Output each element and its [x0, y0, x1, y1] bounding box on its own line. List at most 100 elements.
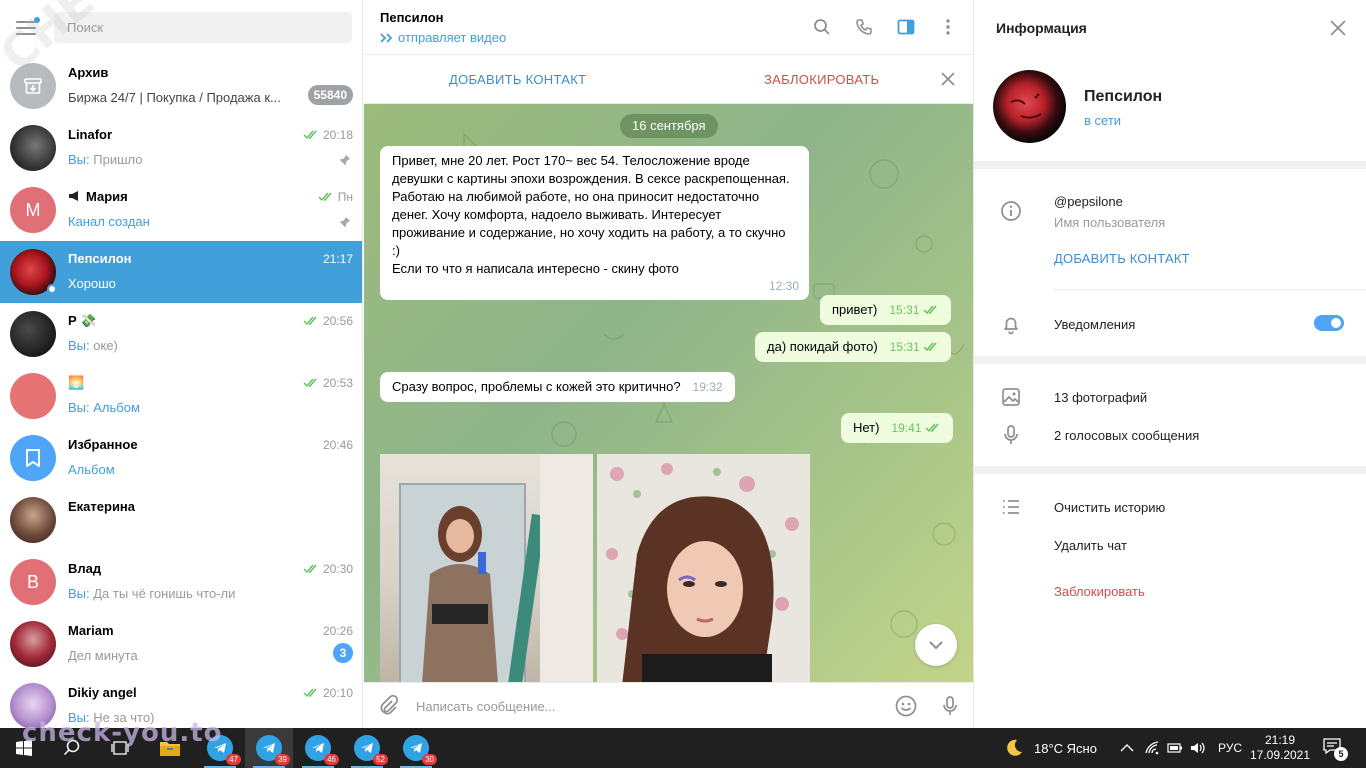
add-contact-button[interactable]: ДОБАВИТЬ КОНТАКТ — [449, 72, 586, 87]
notification-center-icon[interactable]: 5 — [1322, 728, 1348, 768]
message-outgoing[interactable]: привет) 15:31 — [820, 295, 952, 325]
volume-icon[interactable] — [1190, 728, 1206, 768]
weather-widget[interactable]: 18°C Ясно — [1004, 728, 1097, 768]
double-check-icon — [303, 564, 317, 574]
chat-item-mariam[interactable]: Mariam 20:26 Дел минута 3 — [0, 613, 362, 675]
voice-count[interactable]: 2 голосовых сообщения — [1054, 428, 1199, 443]
microphone-icon[interactable] — [938, 694, 962, 718]
chat-header: Пепсилон отправляет видео — [364, 0, 973, 55]
chat-preview: Альбом — [68, 462, 115, 477]
chevron-up-icon[interactable] — [1120, 728, 1134, 768]
list-icon — [1003, 500, 1019, 514]
chat-item-ekaterina[interactable]: Екатерина — [0, 489, 362, 551]
telegram-taskbar-icon[interactable]: 39 — [245, 728, 293, 768]
divider — [974, 466, 1366, 474]
clock[interactable]: 21:19 17.09.2021 — [1250, 728, 1310, 768]
chat-preview: Биржа 24/7 | Покупка / Продажа к... — [68, 90, 281, 105]
chat-time: 20:56 — [303, 314, 353, 328]
message-incoming[interactable]: Сразу вопрос, проблемы с кожей это крити… — [380, 372, 735, 402]
clear-history-button[interactable]: Очистить историю — [1054, 500, 1165, 515]
chat-item-mariya[interactable]: М Мария Пн Канал создан — [0, 179, 362, 241]
chat-item-sunset[interactable]: 🌅 20:53 Вы: Альбом — [0, 365, 362, 427]
message-text: привет) — [832, 302, 878, 317]
chat-name: Р 💸 — [68, 313, 97, 328]
chat-time: 20:53 — [303, 376, 353, 390]
chat-list-panel: Архив Биржа 24/7 | Покупка / Продажа к..… — [0, 0, 363, 728]
network-icon[interactable] — [1144, 728, 1160, 768]
microphone-icon — [1004, 425, 1018, 444]
language-indicator[interactable]: РУС — [1218, 728, 1242, 768]
date-separator: 16 сентября — [620, 114, 718, 138]
profile-avatar[interactable] — [993, 70, 1066, 143]
archive-icon — [10, 63, 56, 109]
chat-item-linafor[interactable]: Linafor 20:18 Вы: Пришло — [0, 117, 362, 179]
telegram-taskbar-icon[interactable]: 52 — [343, 728, 391, 768]
chat-item-dikiy-angel[interactable]: Dikiy angel 20:10 Вы: Не за что) — [0, 675, 362, 728]
chat-item-vlad[interactable]: В Влад 20:30 Вы: Да ты чё гонишь что-ли — [0, 551, 362, 613]
double-check-icon — [318, 192, 332, 202]
avatar: В — [10, 559, 56, 605]
message-time: 19:32 — [692, 380, 723, 394]
telegram-taskbar-icon[interactable]: 30 — [392, 728, 440, 768]
close-icon[interactable] — [1330, 20, 1346, 36]
photo-thumbnail[interactable] — [380, 454, 593, 682]
avatar — [10, 621, 56, 667]
message-area[interactable]: 16 сентября Привет, мне 20 лет. Рост 170… — [364, 104, 973, 682]
info-panel: Информация Пепсилон в сети @pepsilone Им… — [973, 0, 1366, 728]
sidebar-toggle-icon[interactable] — [895, 16, 917, 38]
search-icon[interactable] — [48, 728, 96, 768]
scroll-down-button[interactable] — [915, 624, 957, 666]
chat-preview: Хорошо — [68, 276, 116, 291]
chat-name: Екатерина — [68, 499, 136, 514]
chat-time: 20:30 — [303, 562, 353, 576]
message-outgoing[interactable]: Нет) 19:41 — [841, 413, 954, 443]
chat-name: Избранное — [68, 437, 138, 452]
chat-item-saved[interactable]: Избранное 20:46 Альбом — [0, 427, 362, 489]
channel-icon — [69, 191, 78, 201]
chat-preview: Вы: оке) — [68, 338, 118, 353]
phone-icon[interactable] — [853, 16, 875, 38]
photo-thumbnail[interactable] — [597, 454, 810, 682]
chat-time: 20:46 — [322, 438, 353, 452]
file-explorer-icon[interactable] — [146, 728, 194, 768]
delete-chat-button[interactable]: Удалить чат — [1054, 538, 1127, 553]
battery-icon[interactable] — [1167, 728, 1183, 768]
menu-icon[interactable] — [16, 16, 40, 35]
unread-badge: 55840 — [307, 85, 353, 105]
double-check-icon — [925, 423, 939, 433]
username[interactable]: @pepsilone — [1054, 194, 1123, 209]
chat-item-pepsilon[interactable]: Пепсилон 21:17 Хорошо — [0, 241, 362, 303]
chat-item-r[interactable]: Р 💸 20:56 Вы: оке) — [0, 303, 362, 365]
more-vertical-icon[interactable] — [937, 16, 959, 38]
avatar — [10, 373, 56, 419]
attach-icon[interactable] — [376, 694, 400, 718]
info-icon — [1001, 201, 1021, 221]
chat-item-archive[interactable]: Архив Биржа 24/7 | Покупка / Продажа к..… — [0, 55, 362, 117]
search-icon[interactable] — [811, 16, 833, 38]
add-contact-link[interactable]: ДОБАВИТЬ КОНТАКТ — [1054, 251, 1190, 266]
photos-count[interactable]: 13 фотографий — [1054, 390, 1147, 405]
task-view-icon[interactable] — [96, 728, 144, 768]
chat-name: Пепсилон — [68, 251, 132, 266]
chat-name: Мария — [68, 189, 128, 204]
telegram-taskbar-icon[interactable]: 47 — [196, 728, 244, 768]
message-incoming[interactable]: Привет, мне 20 лет. Рост 170~ вес 54. Те… — [380, 146, 809, 300]
emoji-icon[interactable] — [894, 694, 918, 718]
search-input[interactable] — [54, 12, 352, 43]
windows-start-icon[interactable] — [0, 728, 48, 768]
message-input[interactable] — [416, 695, 876, 717]
contact-action-bar: ДОБАВИТЬ КОНТАКТ ЗАБЛОКИРОВАТЬ — [364, 55, 973, 104]
message-outgoing[interactable]: да) покидай фото) 15:31 — [755, 332, 952, 362]
chat-time: Пн — [318, 190, 353, 204]
telegram-taskbar-icon[interactable]: 46 — [294, 728, 342, 768]
avatar — [10, 311, 56, 357]
chat-preview: Вы: Не за что) — [68, 710, 155, 725]
double-check-icon — [923, 305, 937, 315]
message-text: Если то что я написала интересно - скину… — [392, 261, 679, 276]
chat-title[interactable]: Пепсилон — [380, 10, 444, 25]
close-icon[interactable] — [941, 72, 955, 86]
avatar — [10, 249, 57, 295]
block-user-button[interactable]: Заблокировать — [1054, 584, 1145, 599]
block-button[interactable]: ЗАБЛОКИРОВАТЬ — [764, 72, 879, 87]
notifications-toggle[interactable] — [1314, 315, 1344, 331]
